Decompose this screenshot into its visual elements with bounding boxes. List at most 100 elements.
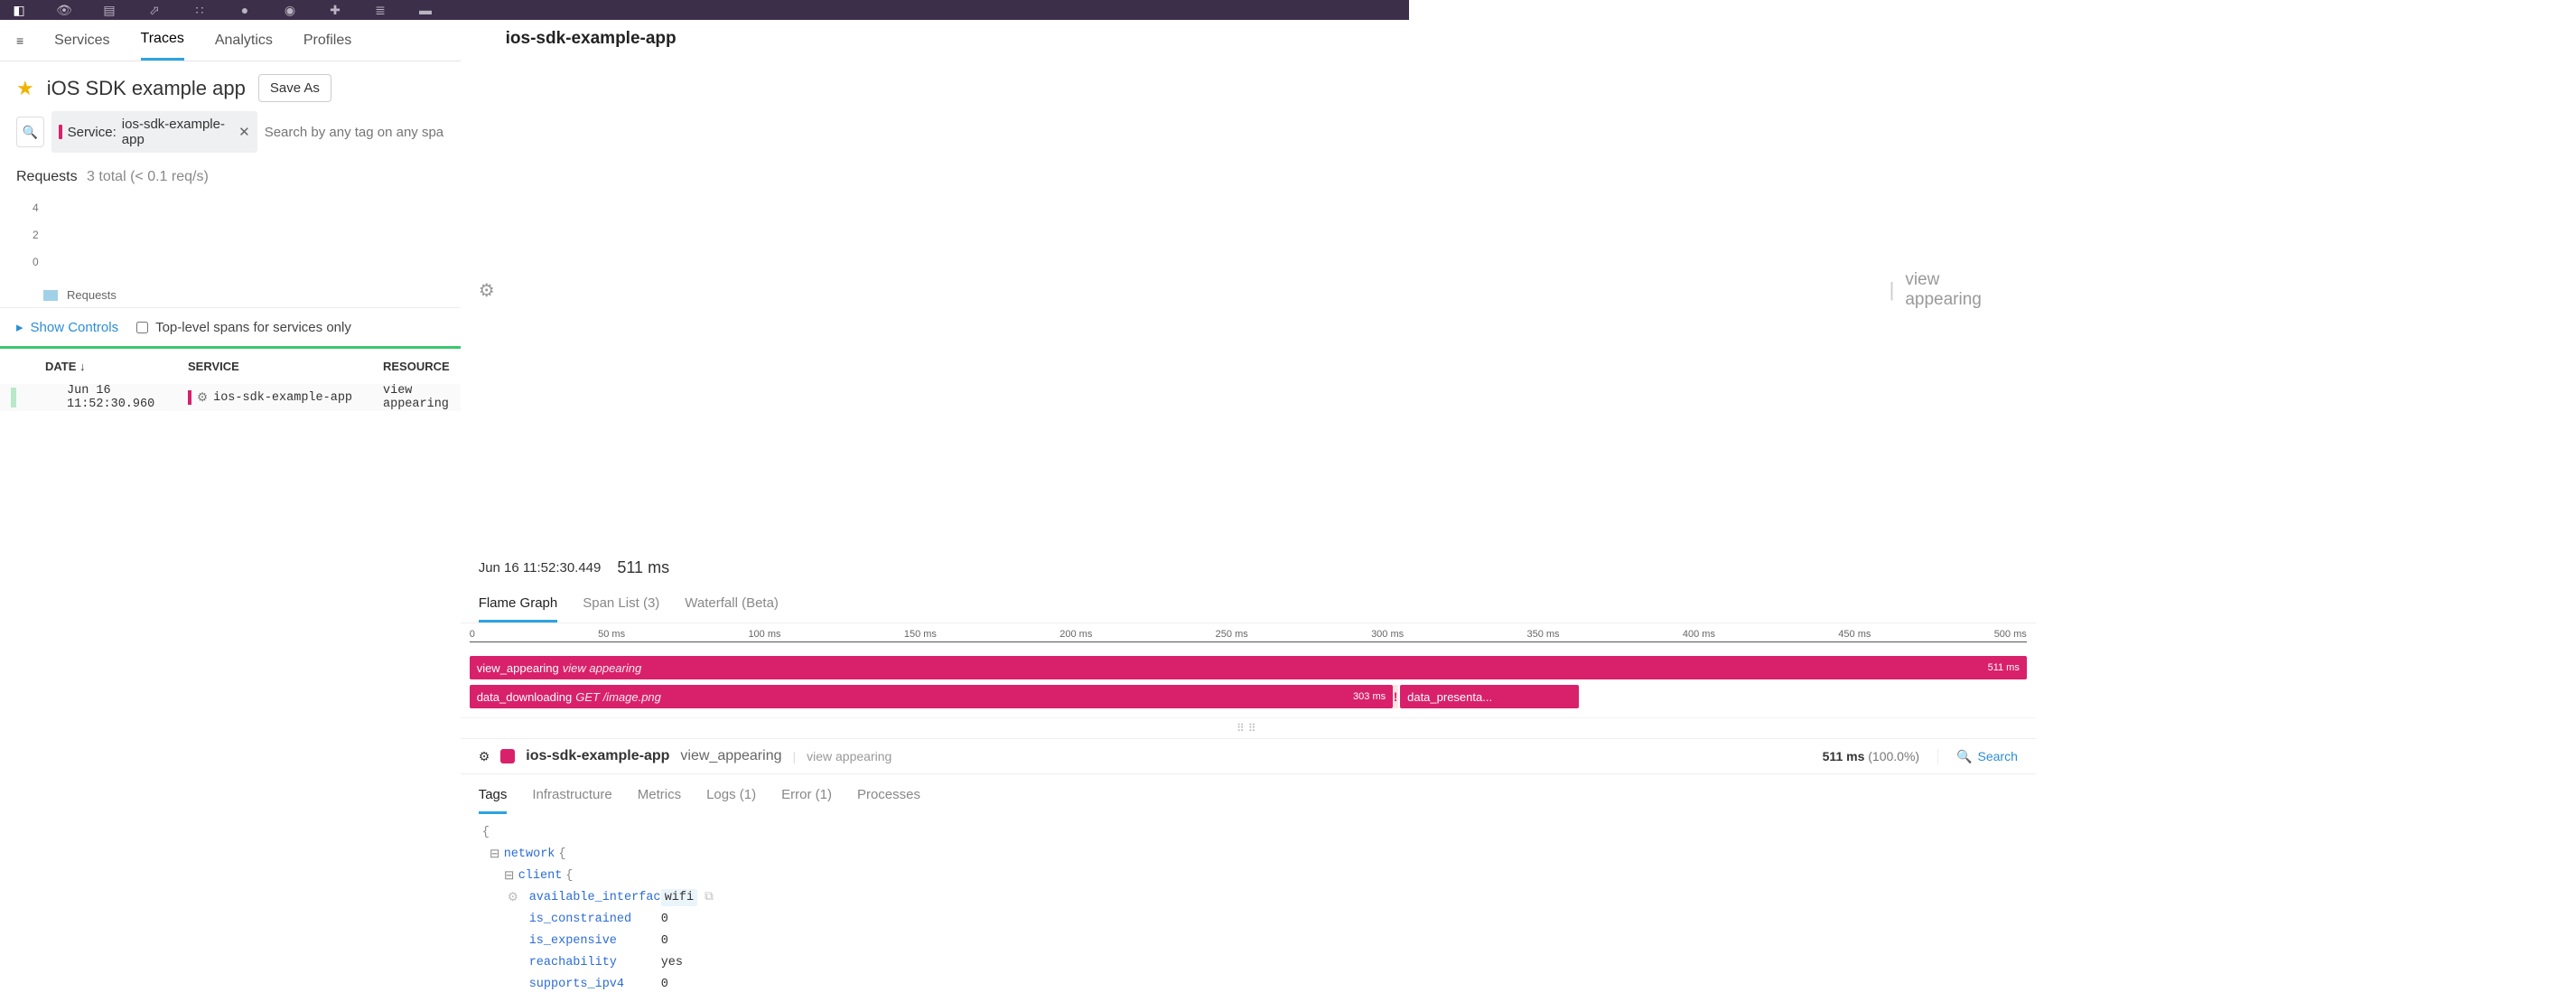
span-resource: view appearing	[807, 749, 891, 763]
span-duration: 511 ms	[1823, 749, 1865, 763]
tab-logs[interactable]: Logs (1)	[706, 782, 756, 814]
search-input[interactable]	[265, 117, 444, 147]
tag-row[interactable]: supports_ipv40	[479, 973, 2018, 995]
search-icon[interactable]: 🔍	[16, 117, 44, 147]
tab-traces[interactable]: Traces	[141, 20, 184, 61]
tag-row[interactable]: is_expensive0	[479, 930, 2018, 951]
binoculars-icon[interactable]: 👁	[54, 0, 74, 20]
tick: 400 ms	[1683, 629, 1715, 640]
span-root[interactable]: view_appearing view appearing 511 ms	[470, 656, 2027, 679]
search-row: 🔍 Service: ios-sdk-example-app ✕	[0, 111, 461, 164]
span-detail-header: ⚙ ios-sdk-example-app view_appearing | v…	[461, 739, 2036, 774]
tick: 450 ms	[1838, 629, 1871, 640]
puzzle-icon[interactable]: ✚	[325, 0, 345, 20]
search-link[interactable]: 🔍 Search	[1937, 749, 2018, 764]
json-line[interactable]: ⊟client{	[479, 865, 2018, 886]
service-color-icon	[500, 749, 515, 763]
cell-resource: view appearing	[372, 384, 461, 411]
trace-timestamp: Jun 16 11:52:30.449	[479, 560, 602, 576]
requests-label: Requests	[16, 169, 78, 184]
page-title: iOS SDK example app	[47, 77, 246, 100]
table-row[interactable]: Jun 16 11:52:30.960 ⚙ ios-sdk-example-ap…	[0, 384, 461, 411]
gauge-icon[interactable]: ◉	[280, 0, 300, 20]
logo-icon[interactable]: ◧	[9, 0, 29, 20]
alert-icon[interactable]: ●	[235, 0, 255, 20]
trace-service-name: ios-sdk-example-app	[506, 29, 1879, 551]
tab-error[interactable]: Error (1)	[781, 782, 832, 814]
tab-infrastructure[interactable]: Infrastructure	[532, 782, 611, 814]
tab-span-list[interactable]: Span List (3)	[583, 590, 659, 623]
gear-icon[interactable]: ⚙	[508, 890, 518, 905]
chip-key: Service:	[68, 125, 117, 140]
tab-waterfall[interactable]: Waterfall (Beta)	[685, 590, 779, 623]
tick: 0	[470, 629, 475, 640]
chip-remove-icon[interactable]: ✕	[238, 124, 250, 140]
menu-icon[interactable]: ≡	[16, 33, 23, 48]
tab-tags[interactable]: Tags	[479, 782, 508, 814]
tick: 250 ms	[1216, 629, 1248, 640]
tab-services[interactable]: Services	[54, 22, 109, 60]
expand-icon: ▸	[16, 319, 23, 335]
scatter-icon[interactable]: ∷	[190, 0, 210, 20]
chart-legend: Requests	[43, 288, 444, 302]
error-marker-icon: !	[1393, 685, 1398, 708]
col-resource[interactable]: RESOURCE	[372, 356, 461, 377]
gear-icon[interactable]: ⚙	[479, 279, 495, 302]
gear-icon: ⚙	[197, 390, 208, 406]
tab-flame-graph[interactable]: Flame Graph	[479, 590, 558, 623]
time-ruler: 0 50 ms 100 ms 150 ms 200 ms 250 ms 300 …	[461, 623, 2036, 651]
tab-analytics[interactable]: Analytics	[215, 22, 273, 60]
traces-table: DATE ↓ SERVICE RESOURCE Jun 16 11:52:30.…	[0, 346, 461, 411]
requests-chart: 4 2 0 Requests	[0, 189, 461, 307]
book-icon[interactable]: ▬	[415, 0, 435, 20]
top-nav: ◧ 👁 ▤ ⬀ ∷ ● ◉ ✚ ≣ ▬	[0, 0, 1409, 20]
collapse-icon[interactable]: ⊟	[488, 847, 502, 862]
requests-header: Requests 3 total (< 0.1 req/s)	[0, 164, 461, 189]
span-present[interactable]: data_presenta...	[1400, 685, 1579, 708]
star-icon[interactable]: ★	[16, 77, 34, 100]
flame-row: data_downloading GET /image.png 303 ms !…	[470, 685, 2027, 708]
filter-chip-service[interactable]: Service: ios-sdk-example-app ✕	[51, 111, 257, 153]
span-pct: (100.0%)	[1868, 749, 1919, 763]
save-as-button[interactable]: Save As	[258, 74, 331, 102]
legend-label: Requests	[67, 288, 117, 302]
span-download[interactable]: data_downloading GET /image.png 303 ms	[470, 685, 1393, 708]
toplevel-checkbox-input[interactable]	[136, 322, 148, 333]
tag-row[interactable]: ⚙available_interfaceswifi⧉	[479, 886, 2018, 908]
toplevel-checkbox[interactable]: Top-level spans for services only	[136, 320, 351, 335]
show-controls-link[interactable]: ▸ Show Controls	[16, 319, 118, 335]
tag-row[interactable]: reachabilityyes	[479, 951, 2018, 973]
collapse-icon[interactable]: ⊟	[502, 868, 517, 884]
span-operation: view_appearing	[680, 748, 781, 764]
tab-processes[interactable]: Processes	[857, 782, 920, 814]
tag-row[interactable]: is_constrained0	[479, 908, 2018, 930]
cell-date: Jun 16 11:52:30.960	[22, 384, 177, 411]
col-service[interactable]: SERVICE	[177, 356, 372, 377]
separator: |	[792, 749, 796, 763]
chip-value: ios-sdk-example-app	[122, 117, 229, 147]
news-icon[interactable]: ▤	[99, 0, 119, 20]
sub-nav: ≡ Services Traces Analytics Profiles	[0, 20, 461, 61]
json-line[interactable]: ⊟network{	[479, 843, 2018, 865]
left-header: ★ iOS SDK example app Save As	[0, 61, 461, 111]
tab-metrics[interactable]: Metrics	[638, 782, 681, 814]
tick: 50 ms	[598, 629, 625, 640]
indent-icon[interactable]: ≣	[370, 0, 390, 20]
tick: 150 ms	[904, 629, 937, 640]
tab-profiles[interactable]: Profiles	[303, 22, 351, 60]
ytick: 0	[33, 256, 39, 268]
col-date[interactable]: DATE ↓	[0, 356, 177, 377]
copy-icon[interactable]: ⧉	[705, 890, 714, 904]
chart-icon[interactable]: ⬀	[145, 0, 164, 20]
table-header: DATE ↓ SERVICE RESOURCE	[0, 349, 461, 384]
gear-icon[interactable]: ⚙	[479, 749, 490, 764]
flame-graph: view_appearing view appearing 511 ms dat…	[461, 651, 2036, 717]
trace-detail-pane: ⚙ ios-sdk-example-app | view appearing J…	[461, 20, 2036, 1002]
meta-tabs: Tags Infrastructure Metrics Logs (1) Err…	[461, 774, 2036, 814]
tick: 100 ms	[748, 629, 780, 640]
flame-row: view_appearing view appearing 511 ms	[470, 656, 2027, 679]
drag-handle[interactable]: ⠿⠿	[461, 717, 2036, 739]
flame-tabs: Flame Graph Span List (3) Waterfall (Bet…	[461, 583, 2036, 623]
requests-sub: 3 total (< 0.1 req/s)	[87, 169, 209, 184]
separator: |	[1890, 278, 1895, 302]
